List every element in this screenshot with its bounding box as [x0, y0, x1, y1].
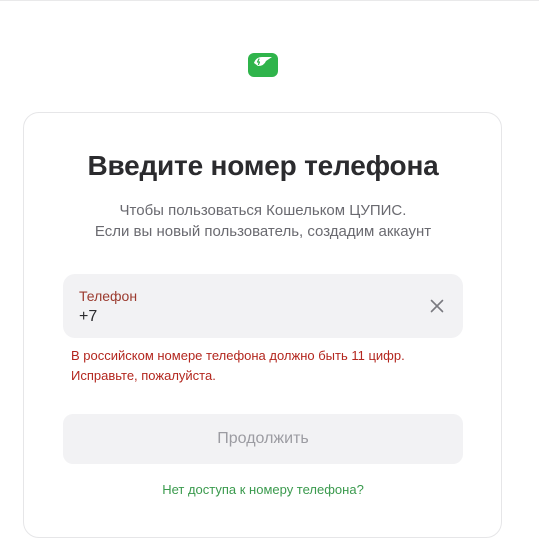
- wallet-logo-icon: [248, 53, 278, 77]
- continue-button[interactable]: Продолжить: [63, 414, 463, 464]
- phone-error-line-1: В российском номере телефона должно быть…: [71, 348, 405, 363]
- phone-input[interactable]: [79, 306, 399, 328]
- no-phone-access-link[interactable]: Нет доступа к номеру телефона?: [0, 482, 526, 497]
- subtitle-line-2: Если вы новый пользователь, создадим акк…: [94, 223, 432, 240]
- phone-error-line-2: Исправьте, пожалуйста.: [71, 368, 216, 383]
- subtitle-line-1: Чтобы пользоваться Кошельком ЦУПИС.: [119, 202, 407, 219]
- phone-field[interactable]: Телефон: [63, 274, 463, 338]
- page-title: Введите номер телефона: [87, 150, 439, 181]
- close-icon[interactable]: [427, 296, 447, 316]
- top-divider: [0, 0, 539, 1]
- phone-field-label: Телефон: [79, 288, 138, 304]
